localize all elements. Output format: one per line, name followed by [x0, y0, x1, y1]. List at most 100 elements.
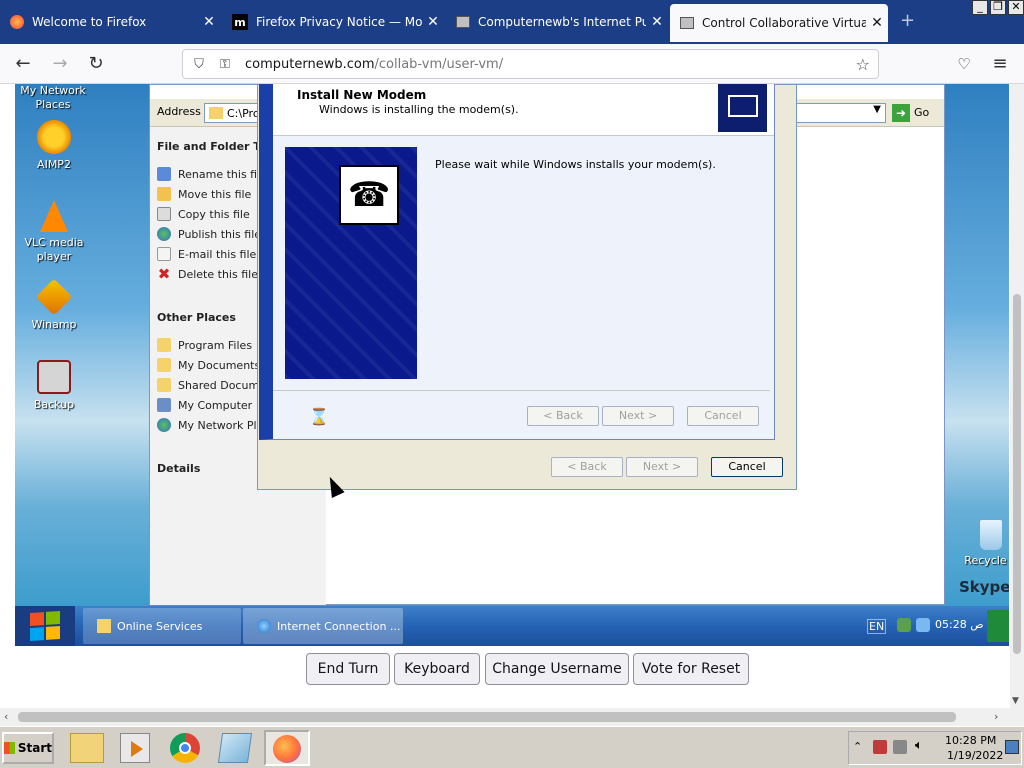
vertical-scroll-thumb[interactable] [1013, 294, 1021, 654]
details-header: Details [157, 462, 201, 475]
close-tab-icon[interactable]: ✕ [422, 14, 444, 30]
tab-welcome-firefox[interactable]: Welcome to Firefox ✕ [0, 6, 220, 38]
media-player-icon[interactable] [120, 733, 150, 763]
tab-label: Computernewb's Internet Pub Hub [478, 15, 646, 29]
other-places-header: Other Places [157, 311, 236, 324]
scroll-left-arrow-icon[interactable]: ‹ [4, 710, 8, 723]
close-tab-icon[interactable]: ✕ [866, 15, 888, 31]
go-label[interactable]: Go [914, 106, 929, 119]
minimize-button[interactable]: _ [972, 0, 988, 15]
computer-icon [456, 16, 470, 28]
tray-icon[interactable] [916, 618, 930, 632]
address-field[interactable]: C:\Prog [204, 103, 267, 123]
desktop-icon-backup[interactable]: Backup [16, 360, 92, 412]
place-program-files[interactable]: Program Files [157, 338, 252, 352]
chrome-icon[interactable] [170, 733, 200, 763]
back-arrow-icon[interactable]: ← [11, 52, 35, 76]
url-bar[interactable]: ⛉ ⚿ computernewb.com/collab-vm/user-vm/ … [182, 49, 879, 79]
restore-button[interactable]: ❐ [990, 0, 1006, 15]
folder-icon [209, 107, 223, 119]
place-label: My Computer [178, 398, 253, 412]
vertical-scrollbar[interactable]: ▼ [1010, 84, 1024, 708]
language-indicator[interactable]: EN [867, 619, 887, 634]
horizontal-scroll-thumb[interactable] [18, 712, 956, 722]
vote-for-reset-button[interactable]: Vote for Reset [633, 653, 749, 685]
dialog-message: Please wait while Windows installs your … [435, 158, 716, 171]
go-arrow-icon[interactable]: ➜ [892, 104, 910, 122]
shield-icon[interactable]: ⛉ [189, 57, 209, 72]
task-email[interactable]: E-mail this file [157, 247, 256, 261]
back-button[interactable]: < Back [527, 406, 599, 426]
outer-back-button[interactable]: < Back [551, 457, 623, 477]
task-publish[interactable]: Publish this file t [157, 227, 269, 241]
place-my-computer[interactable]: My Computer [157, 398, 252, 412]
lock-insecure-icon[interactable]: ⚿ [215, 57, 235, 72]
forward-arrow-icon[interactable]: → [48, 52, 72, 76]
install-modem-dialog: Install New Modem Windows is installing … [259, 84, 775, 440]
host-clock-date: 1/19/2022 [947, 749, 1004, 762]
horizontal-scrollbar[interactable]: ‹ › [0, 708, 1024, 726]
new-tab-button[interactable]: + [900, 10, 915, 31]
url-text[interactable]: computernewb.com/collab-vm/user-vm/ [245, 57, 503, 72]
host-start-button[interactable]: Start [2, 732, 54, 764]
desktop-icon-vlc[interactable]: VLC media player [16, 200, 92, 264]
globe-icon [257, 619, 271, 633]
reload-icon[interactable]: ↻ [84, 52, 108, 76]
task-copy[interactable]: Copy this file [157, 207, 250, 221]
network-tray-icon[interactable] [893, 740, 907, 754]
outer-cancel-button[interactable]: Cancel [711, 457, 783, 477]
desktop-icon-recycle-bin[interactable]: Recycle B [953, 520, 1009, 568]
firefox-icon [10, 15, 24, 29]
tab-pub-hub[interactable]: Computernewb's Internet Pub Hub ✕ [446, 6, 668, 38]
scroll-down-arrow-icon[interactable]: ▼ [1012, 696, 1019, 706]
volume-icon[interactable]: 🔈︎ [915, 738, 923, 753]
file-tasks-header: File and Folder Tas [157, 140, 274, 153]
tray-app-icon[interactable] [987, 610, 1009, 642]
tab-collab-vm[interactable]: Control Collaborative Virtual Machi ✕ [670, 4, 888, 42]
notepad-icon[interactable] [217, 733, 253, 763]
task-label: Copy this file [178, 207, 250, 221]
tray-expand-icon[interactable]: ⌃ [853, 740, 862, 753]
tab-privacy-notice[interactable]: m Firefox Privacy Notice — Mozilla ✕ [222, 6, 444, 38]
address-dropdown[interactable]: ▼ [796, 103, 886, 123]
keyboard-button[interactable]: Keyboard [394, 653, 480, 685]
system-tray: ⌃ 🔈︎ 10:28 PM 1/19/2022 [848, 731, 1022, 765]
desktop-icon-label: Backup [33, 398, 75, 411]
vm-screen[interactable]: My Network Places AIMP2 VLC media player… [15, 84, 1009, 646]
close-tab-icon[interactable]: ✕ [646, 14, 668, 30]
firefox-taskbar-button[interactable] [264, 730, 310, 766]
vm-task-internet-connection[interactable]: Internet Connection ... [243, 608, 403, 644]
security-tray-icon[interactable] [873, 740, 887, 754]
place-my-documents[interactable]: My Documents [157, 358, 260, 372]
next-button[interactable]: Next > [602, 406, 674, 426]
task-move[interactable]: Move this file [157, 187, 251, 201]
show-desktop-icon[interactable] [1005, 740, 1019, 754]
bookmark-star-icon[interactable]: ☆ [856, 55, 870, 74]
place-shared-documents[interactable]: Shared Documer [157, 378, 270, 392]
pocket-icon[interactable]: ♡ [952, 52, 976, 76]
close-tab-icon[interactable]: ✕ [198, 14, 220, 30]
menu-icon[interactable]: ≡ [988, 52, 1012, 76]
place-network-places[interactable]: My Network Plac [157, 418, 269, 432]
hourglass-icon: ⌛ [309, 407, 329, 426]
network-tray-icon[interactable] [897, 618, 911, 632]
change-username-button[interactable]: Change Username [485, 653, 629, 685]
outer-next-button[interactable]: Next > [626, 457, 698, 477]
end-turn-button[interactable]: End Turn [306, 653, 390, 685]
recycle-bin-icon [980, 520, 1002, 550]
file-explorer-icon[interactable] [70, 733, 104, 763]
vm-task-online-services[interactable]: Online Services [83, 608, 241, 644]
task-rename[interactable]: Rename this file [157, 167, 267, 181]
close-window-button[interactable]: ✕ [1008, 0, 1024, 15]
vm-start-button[interactable] [15, 606, 75, 646]
envelope-icon [157, 247, 171, 261]
window-controls: _ ❐ ✕ [970, 0, 1024, 18]
task-delete[interactable]: ✖ Delete this file [157, 267, 258, 282]
desktop-icon-network-places[interactable]: My Network Places [15, 84, 91, 112]
desktop-icon-aimp2[interactable]: AIMP2 [16, 120, 92, 172]
task-label: Move this file [178, 187, 252, 201]
scroll-right-arrow-icon[interactable]: › [994, 710, 998, 723]
folder-icon [157, 338, 171, 352]
desktop-icon-winamp[interactable]: Winamp [16, 278, 92, 332]
cancel-button[interactable]: Cancel [687, 406, 759, 426]
